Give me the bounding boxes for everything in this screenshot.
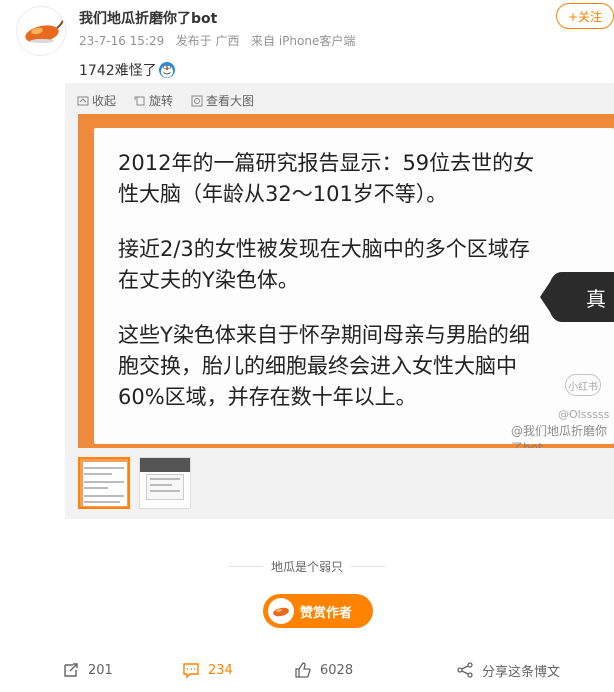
rotate-button[interactable]: 旋转 xyxy=(134,92,173,109)
watermark-main: @我们地瓜折磨你了bot xyxy=(511,424,608,448)
image-para2-line2: 在丈夫的Y染色体。 xyxy=(118,268,299,292)
sweet-potato-icon xyxy=(268,598,294,624)
divider-title-text: 地瓜是个弱只 xyxy=(270,560,343,574)
post-location: 发布于 广西 xyxy=(175,34,240,48)
reward-author-button[interactable]: 赞赏作者 xyxy=(263,594,373,628)
image-para1-line2: 性大脑（年龄从32～101岁不等）。 xyxy=(118,182,448,206)
rotate-label: 旋转 xyxy=(149,94,174,108)
image-para3-line2: 胞交换，胎儿的细胞最终会进入女性大脑中 xyxy=(118,354,517,378)
repost-count: 201 xyxy=(88,662,113,678)
like-count: 6028 xyxy=(320,662,354,678)
thumbs-up-icon xyxy=(295,662,311,678)
divider-line-right xyxy=(351,566,385,567)
watermark-small: @Olsssss xyxy=(558,408,610,421)
view-large-label: 查看大图 xyxy=(206,94,255,108)
rotate-icon xyxy=(134,96,145,105)
image-text-card: 2012年的一篇研究报告显示：59位去世的女 性大脑（年龄从32～101岁不等）… xyxy=(94,128,614,444)
divider-line-left xyxy=(228,566,263,567)
comment-icon xyxy=(183,663,199,679)
post-source: 来自 iPhone客户端 xyxy=(251,34,356,48)
media-container: 收起 旋转 查看大图 2012年的一篇研究报告显示：59位去世的女 性大脑（年龄… xyxy=(65,83,614,519)
comment-count: 234 xyxy=(208,662,233,678)
repost-button[interactable]: 201 xyxy=(62,656,113,684)
reward-label: 赞赏作者 xyxy=(300,605,353,621)
share-label: 分享这条博文 xyxy=(482,664,561,680)
post-meta: 23-7-16 15:29 发布于 广西 来自 iPhone客户端 xyxy=(79,32,355,49)
repost-icon xyxy=(64,663,78,677)
view-large-button[interactable]: 查看大图 xyxy=(191,92,254,109)
image-para3-line1: 这些Y染色体来自于怀孕期间母亲与男胎的细 xyxy=(118,323,530,347)
thumbnail-1[interactable] xyxy=(78,457,130,509)
comment-button[interactable]: 234 xyxy=(182,656,233,684)
collapse-button[interactable]: 收起 xyxy=(77,92,116,109)
post-actions: 201 234 6028 分享这条博文 xyxy=(0,656,614,686)
side-tab-label: 真 xyxy=(586,287,606,311)
follow-button[interactable]: +关注 xyxy=(556,3,614,29)
thumbnail-2[interactable] xyxy=(139,457,191,509)
image-para1-line1: 2012年的一篇研究报告显示：59位去世的女 xyxy=(118,151,535,175)
username[interactable]: 我们地瓜折磨你了bot xyxy=(79,8,217,28)
doraemon-face-icon xyxy=(158,61,176,79)
avatar[interactable] xyxy=(16,6,66,56)
image-para2-line1: 接近2/3的女性被发现在大脑中的多个区域存 xyxy=(118,237,530,261)
image-para3-line3: 60%区域，并存在数十年以上。 xyxy=(118,385,417,409)
post-header: 我们地瓜折磨你了bot 23-7-16 15:29 发布于 广西 来自 iPho… xyxy=(0,0,614,56)
share-icon xyxy=(457,662,473,678)
sweet-potato-avatar-icon xyxy=(25,19,64,43)
main-image[interactable]: 2012年的一篇研究报告显示：59位去世的女 性大脑（年龄从32～101岁不等）… xyxy=(78,114,614,448)
watermark-badge: 小红书 xyxy=(565,374,601,396)
post-time[interactable]: 23-7-16 15:29 xyxy=(79,34,164,48)
collapse-label: 收起 xyxy=(92,94,117,108)
media-toolbar: 收起 旋转 查看大图 xyxy=(77,92,254,109)
post-text-content: 1742难怪了 xyxy=(79,63,157,79)
magnify-icon xyxy=(191,95,203,106)
share-button[interactable]: 分享这条博文 xyxy=(456,656,560,684)
collapse-icon xyxy=(77,96,89,105)
like-button[interactable]: 6028 xyxy=(294,656,353,684)
post-text: 1742难怪了 xyxy=(79,60,176,80)
post-footer-title: 地瓜是个弱只 xyxy=(0,558,614,575)
